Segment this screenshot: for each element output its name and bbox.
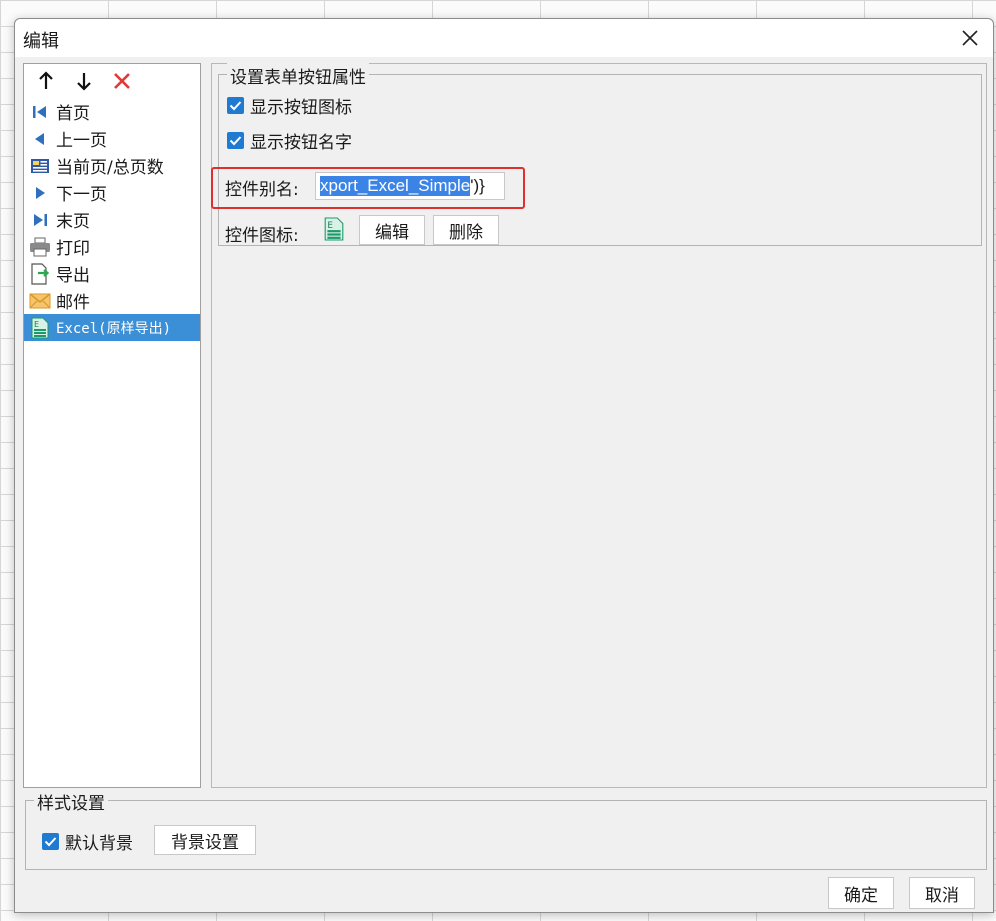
move-up-button[interactable] — [34, 69, 58, 93]
mail-icon — [28, 290, 52, 312]
list-item-first-page[interactable]: 首页 — [24, 98, 200, 125]
last-page-icon — [28, 209, 52, 231]
next-page-icon — [28, 182, 52, 204]
group-legend: 设置表单按钮属性 — [227, 63, 369, 88]
list-item-label: 导出 — [56, 266, 90, 286]
title-bar: 编辑 — [15, 19, 993, 57]
checkbox-checked-icon — [227, 132, 244, 149]
red-x-icon — [114, 73, 130, 89]
excel-icon: E — [28, 317, 52, 339]
page-count-icon — [28, 155, 52, 177]
delete-item-button[interactable] — [110, 69, 134, 93]
cancel-button[interactable]: 取消 — [909, 877, 975, 909]
printer-icon — [28, 236, 52, 258]
prev-page-icon — [28, 128, 52, 150]
close-icon — [962, 30, 978, 46]
default-background-label: 默认背景 — [65, 834, 133, 854]
list-item-label: 打印 — [56, 239, 90, 259]
list-item-excel[interactable]: E Excel(原样导出) — [24, 314, 200, 341]
list-item-prev-page[interactable]: 上一页 — [24, 125, 200, 152]
default-background-checkbox[interactable]: 默认背景 — [42, 829, 133, 854]
arrow-down-icon — [77, 73, 91, 91]
svg-text:E: E — [327, 221, 333, 231]
list-item-last-page[interactable]: 末页 — [24, 206, 200, 233]
show-icon-checkbox[interactable]: 显示按钮图标 — [227, 93, 352, 118]
edit-icon-button[interactable]: 编辑 — [359, 215, 425, 245]
list-item-page-count[interactable]: 当前页/总页数 — [24, 152, 200, 179]
list-toolbar — [24, 64, 200, 98]
alias-input[interactable]: xport_Excel_Simple ')} — [315, 172, 505, 200]
list-item-label: 上一页 — [56, 131, 107, 151]
delete-icon-button[interactable]: 删除 — [433, 215, 499, 245]
show-name-checkbox[interactable]: 显示按钮名字 — [227, 128, 352, 153]
checkbox-checked-icon — [42, 833, 59, 850]
list-item-label: 下一页 — [56, 185, 107, 205]
first-page-icon — [28, 101, 52, 123]
list-item-label: 首页 — [56, 104, 90, 124]
close-button[interactable] — [953, 23, 987, 53]
alias-trailing-text: ')} — [470, 176, 485, 195]
svg-text:E: E — [34, 320, 39, 329]
list-item-next-page[interactable]: 下一页 — [24, 179, 200, 206]
style-legend: 样式设置 — [34, 789, 108, 814]
show-name-label: 显示按钮名字 — [250, 133, 352, 153]
excel-icon: E — [323, 216, 345, 247]
edit-dialog: 编辑 首页 上一页 当前页/总页数 下一页 末页 打印 导出 邮件 E Exce… — [14, 18, 994, 913]
list-item-label: 邮件 — [56, 293, 90, 313]
button-list-panel: 首页 上一页 当前页/总页数 下一页 末页 打印 导出 邮件 E Excel(原… — [23, 63, 201, 788]
alias-label: 控件别名: — [225, 180, 299, 200]
alias-selected-text: xport_Excel_Simple — [320, 176, 471, 196]
ok-button[interactable]: 确定 — [828, 877, 894, 909]
properties-panel: 设置表单按钮属性 显示按钮图标 显示按钮名字 控件别名: xport_Excel… — [211, 63, 987, 788]
checkbox-checked-icon — [227, 97, 244, 114]
arrow-up-icon — [39, 71, 53, 89]
list-item-label: 当前页/总页数 — [56, 158, 164, 178]
form-button-properties-group: 设置表单按钮属性 显示按钮图标 显示按钮名字 控件别名: xport_Excel… — [211, 63, 982, 247]
style-settings-group: 样式设置 默认背景 背景设置 — [25, 789, 987, 870]
move-down-button[interactable] — [72, 69, 96, 93]
list-item-label: 末页 — [56, 212, 90, 232]
list-item-label: Excel(原样导出) — [56, 320, 172, 337]
background-settings-button[interactable]: 背景设置 — [154, 825, 256, 855]
list-item-mail[interactable]: 邮件 — [24, 287, 200, 314]
dialog-title: 编辑 — [23, 31, 59, 52]
list-item-export[interactable]: 导出 — [24, 260, 200, 287]
show-icon-label: 显示按钮图标 — [250, 98, 352, 118]
list-item-print[interactable]: 打印 — [24, 233, 200, 260]
icon-label: 控件图标: — [225, 226, 299, 246]
export-icon — [28, 262, 52, 285]
